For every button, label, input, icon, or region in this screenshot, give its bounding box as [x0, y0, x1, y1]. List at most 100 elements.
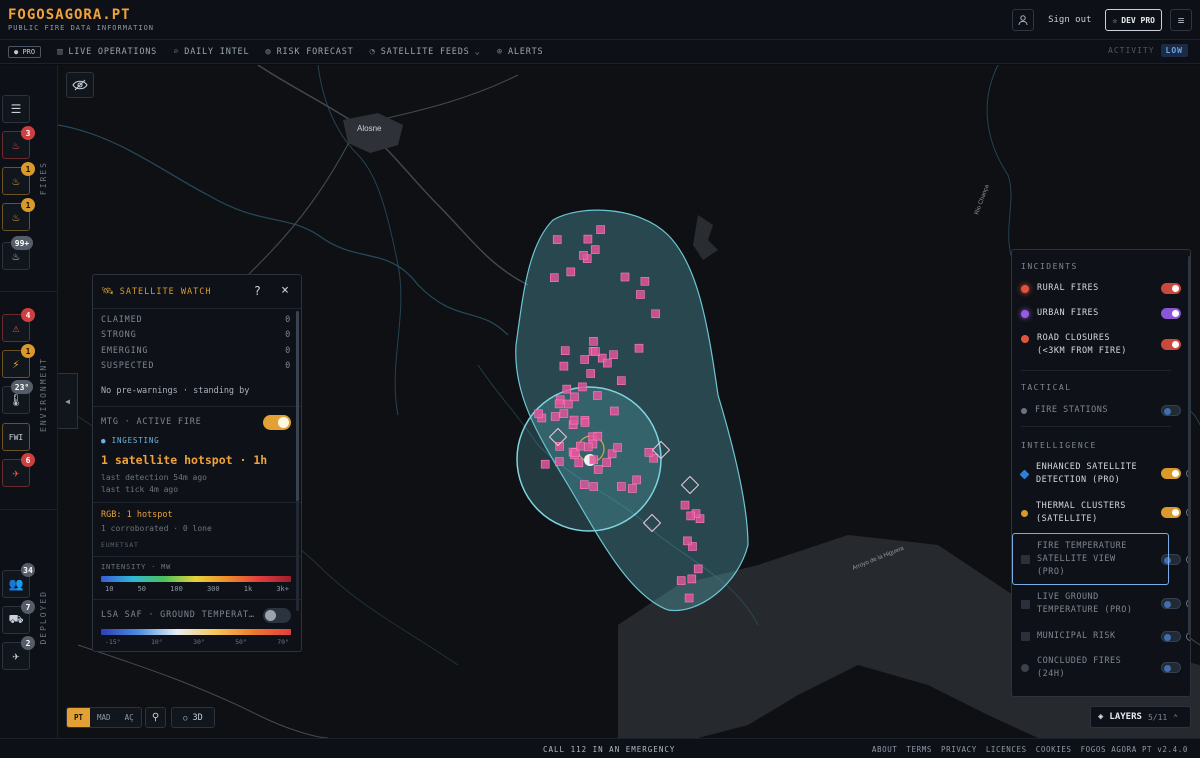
region-mad[interactable]: MAD	[90, 708, 118, 727]
layer-road-closures[interactable]: ROAD CLOSURES (<3KM FROM FIRE)	[1021, 332, 1181, 358]
hotspot-marker[interactable]	[609, 350, 618, 360]
hotspot-marker[interactable]	[552, 235, 562, 244]
footer-link-privacy[interactable]: PRIVACY	[941, 745, 977, 754]
lsa-toggle[interactable]	[263, 607, 291, 623]
hotspot-marker[interactable]	[560, 346, 570, 356]
footer-link-licences[interactable]: LICENCES	[986, 745, 1027, 754]
layer-live-ground-temperature[interactable]: LIVE GROUNDTEMPERATURE (PRO) i	[1021, 591, 1190, 617]
hotspot-marker[interactable]	[583, 234, 593, 244]
nav-alerts[interactable]: ⊕ ALERTS	[497, 47, 544, 57]
layers-button[interactable]: ◈ LAYERS 5/11 ⌃	[1090, 706, 1191, 728]
hotspot-marker[interactable]	[554, 457, 564, 466]
footer-link-cookies[interactable]: COOKIES	[1036, 745, 1072, 754]
locate-button[interactable]: ⚲	[145, 707, 166, 728]
layer-municipal-risk[interactable]: MUNICIPAL RISK i	[1021, 630, 1190, 643]
hotspot-marker[interactable]	[680, 500, 690, 510]
mtg-toggle[interactable]	[263, 414, 291, 430]
concluded-fires-toggle[interactable]	[1161, 662, 1181, 673]
hotspot-marker[interactable]	[687, 574, 697, 584]
urban-fires-toggle[interactable]	[1161, 307, 1181, 319]
region-ac[interactable]: AÇ	[118, 708, 141, 727]
layer-rural-fires[interactable]: RURAL FIRES	[1021, 282, 1181, 295]
hotspot-marker[interactable]	[593, 391, 602, 400]
visibility-toggle[interactable]	[66, 72, 94, 98]
layer-enhanced-satellite[interactable]: ENHANCED SATELLITEDETECTION (PRO) i	[1019, 461, 1190, 487]
hotspot-marker[interactable]	[583, 442, 593, 452]
brand-title[interactable]: FOGOSAGORA.PT	[8, 7, 154, 23]
hotspot-marker[interactable]	[579, 251, 588, 260]
nav-satellite-feeds[interactable]: ◔ SATELLITE FEEDS ⌄	[370, 47, 481, 57]
layers-scrollbar[interactable]	[1188, 256, 1191, 634]
hotspot-marker[interactable]	[684, 593, 694, 603]
hotspot-marker[interactable]	[634, 343, 644, 353]
hotspot-marker[interactable]	[686, 511, 696, 521]
hotspot-marker[interactable]	[549, 273, 559, 282]
hotspot-marker[interactable]	[570, 392, 579, 402]
menu-button[interactable]: ≡	[1170, 9, 1192, 31]
fwi-button[interactable]: FWI	[2, 423, 30, 451]
municipal-risk-toggle[interactable]	[1161, 630, 1181, 642]
region-pt[interactable]: PT	[67, 708, 91, 727]
hotspot-marker[interactable]	[616, 376, 626, 386]
hotspot-marker[interactable]	[640, 277, 650, 286]
fire-stations-toggle[interactable]	[1161, 404, 1181, 416]
list-button[interactable]: ☰	[2, 95, 30, 123]
panel-scrollbar[interactable]	[296, 311, 299, 611]
3d-toggle-button[interactable]: ○ 3D	[171, 707, 215, 728]
hotspot-marker[interactable]	[651, 309, 660, 319]
hotspot-marker[interactable]	[579, 480, 589, 490]
hotspot-marker[interactable]	[566, 267, 576, 277]
pro-badge[interactable]: ● PRO	[8, 45, 42, 58]
hotspot-marker[interactable]	[644, 447, 654, 457]
hotspot-marker[interactable]	[563, 399, 573, 409]
hotspot-marker[interactable]	[586, 369, 596, 378]
hotspot-marker[interactable]	[676, 576, 686, 585]
hotspot-marker[interactable]	[574, 458, 584, 468]
hotspot-marker[interactable]	[613, 443, 622, 452]
hotspot-marker[interactable]	[559, 409, 569, 418]
nav-daily-intel[interactable]: ⌕ DAILY INTEL	[173, 47, 249, 57]
hotspot-marker[interactable]	[596, 225, 605, 234]
layer-thermal-clusters[interactable]: THERMAL CLUSTERS(SATELLITE) i	[1021, 500, 1190, 526]
layer-concluded-fires[interactable]: CONCLUDED FIRES (24H)	[1021, 655, 1181, 681]
hotspot-marker[interactable]	[620, 272, 630, 282]
hotspot-marker[interactable]	[593, 465, 603, 474]
hotspot-marker[interactable]	[580, 355, 590, 364]
sign-out-link[interactable]: Sign out	[1042, 15, 1097, 25]
hotspot-marker[interactable]	[589, 455, 599, 465]
hotspot-marker[interactable]	[554, 399, 564, 409]
hotspot-marker[interactable]	[683, 536, 692, 546]
hotspot-marker[interactable]	[534, 409, 543, 419]
hotspot-marker[interactable]	[628, 484, 637, 493]
hotspot-marker[interactable]	[580, 418, 590, 427]
live-ground-temperature-toggle[interactable]	[1161, 598, 1181, 609]
panel-collapse-tab[interactable]: ◀	[58, 373, 78, 429]
brand[interactable]: FOGOSAGORA.PT PUBLIC FIRE DATA INFORMATI…	[8, 7, 154, 32]
rural-fires-toggle[interactable]	[1161, 282, 1181, 294]
layer-urban-fires[interactable]: URBAN FIRES	[1021, 307, 1181, 320]
hotspot-marker[interactable]	[589, 482, 599, 491]
nav-live-operations[interactable]: ▥ LIVE OPERATIONS	[57, 47, 157, 57]
hotspot-marker[interactable]	[602, 358, 612, 368]
hotspot-marker[interactable]	[562, 384, 572, 394]
hotspot-marker[interactable]	[589, 336, 598, 346]
hotspot-marker[interactable]	[632, 475, 641, 485]
hotspot-marker[interactable]	[569, 415, 579, 425]
hotspot-marker[interactable]	[636, 290, 645, 299]
layer-fire-stations[interactable]: FIRE STATIONS	[1021, 404, 1181, 417]
road-closures-toggle[interactable]	[1161, 339, 1181, 350]
help-button[interactable]: ?	[254, 284, 261, 298]
hotspot-marker[interactable]	[559, 361, 569, 371]
user-button[interactable]	[1012, 9, 1035, 31]
footer-link-terms[interactable]: TERMS	[906, 745, 932, 754]
enhanced-satellite-toggle[interactable]	[1161, 468, 1181, 479]
hotspot-marker[interactable]	[550, 412, 560, 421]
nav-risk-forecast[interactable]: ◍ RISK FORECAST	[265, 47, 353, 57]
hotspot-marker[interactable]	[591, 347, 600, 356]
hotspot-marker[interactable]	[610, 406, 619, 416]
hotspot-marker[interactable]	[616, 482, 626, 491]
thermal-clusters-toggle[interactable]	[1161, 507, 1181, 518]
hotspot-marker[interactable]	[593, 431, 603, 441]
hotspot-marker[interactable]	[578, 382, 587, 392]
hotspot-marker[interactable]	[590, 245, 600, 254]
